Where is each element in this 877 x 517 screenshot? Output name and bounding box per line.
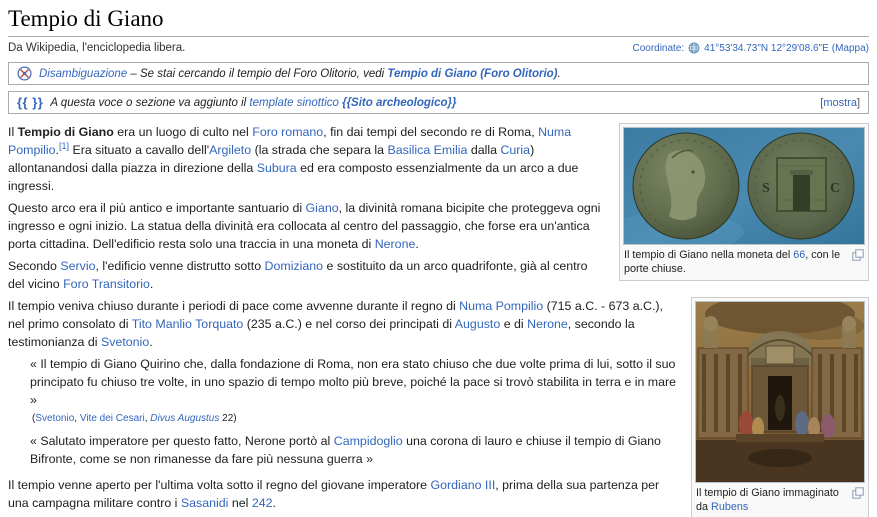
text-run: « Salutato imperatore per questo fatto, … bbox=[30, 434, 334, 448]
text-run: e di bbox=[500, 317, 528, 331]
wiki-link[interactable]: Divus Augustus bbox=[150, 413, 219, 424]
disambiguation-text: Disambiguazione – Se stai cercando il te… bbox=[39, 68, 561, 80]
wiki-link[interactable]: {{Sito archeologico}} bbox=[342, 97, 456, 109]
wiki-link[interactable]: Subura bbox=[257, 161, 297, 175]
wiki-link[interactable]: 242 bbox=[252, 496, 273, 510]
wiki-link[interactable]: Foro Transitorio bbox=[63, 277, 150, 291]
map-link[interactable]: (Mappa) bbox=[832, 43, 869, 54]
text-run: « Il tempio di Giano Quirino che, dalla … bbox=[30, 357, 677, 407]
wiki-link[interactable]: Sasanidi bbox=[181, 496, 229, 510]
text-run: 22) bbox=[219, 413, 237, 424]
wiki-link[interactable]: template sinottico bbox=[249, 97, 339, 109]
text-run: dalla bbox=[467, 143, 501, 157]
wiki-link[interactable]: Augusto bbox=[455, 317, 500, 331]
wiki-link[interactable]: Servio bbox=[60, 259, 95, 273]
template-braces-icon: {{ }} bbox=[17, 95, 44, 110]
text-run: A questa voce o sezione va aggiunto il bbox=[50, 96, 250, 109]
wiki-link[interactable]: 66 bbox=[793, 249, 805, 261]
sinottico-banner: {{ }} A questa voce o sezione va aggiunt… bbox=[8, 91, 869, 114]
wiki-link[interactable]: Argileto bbox=[209, 143, 251, 157]
text-run: (235 a.C.) e nel corso dei principati di bbox=[243, 317, 455, 331]
magnify-icon[interactable] bbox=[852, 487, 864, 504]
wiki-link[interactable]: mostra bbox=[823, 97, 857, 109]
site-tagline: Da Wikipedia, l'enciclopedia libera. bbox=[8, 42, 186, 54]
text-run: Tempio di Giano bbox=[17, 125, 114, 139]
wiki-link[interactable]: Svetonio bbox=[35, 413, 74, 424]
wiki-link[interactable]: Foro romano bbox=[252, 125, 323, 139]
text-run: Il tempio veniva chiuso durante i period… bbox=[8, 299, 460, 313]
text-run: . bbox=[149, 335, 153, 349]
wiki-link[interactable]: Nerone bbox=[375, 237, 416, 251]
wiki-link[interactable]: Vite dei Cesari bbox=[80, 413, 145, 424]
text-run: , l'edificio venne distrutto sotto bbox=[95, 259, 265, 273]
wiki-link[interactable]: Basilica Emilia bbox=[388, 143, 468, 157]
text-run: Il tempio venne aperto per l'ultima volt… bbox=[8, 478, 431, 492]
coin-image[interactable]: S C bbox=[604, 127, 865, 252]
text-run: . bbox=[149, 277, 154, 291]
disambiguation-banner: Disambiguazione – Se stai cercando il te… bbox=[8, 62, 869, 85]
globe-icon bbox=[688, 42, 700, 54]
article-body: S C Il tempio di Giano nella moneta del … bbox=[8, 123, 869, 517]
wiki-link[interactable]: Nerone bbox=[527, 317, 568, 331]
text-run: . bbox=[415, 237, 419, 251]
wiki-link[interactable]: Tito Manlio Torquato bbox=[132, 317, 244, 331]
wiki-link[interactable]: Curia bbox=[500, 143, 530, 157]
text-run: ] bbox=[856, 96, 860, 109]
wiki-link[interactable]: Disambiguazione bbox=[39, 68, 127, 80]
coordinates-label: Coordinate: bbox=[632, 42, 685, 54]
page-title: Tempio di Giano bbox=[8, 5, 869, 37]
text-run: – Se stai cercando il tempio del Foro Ol… bbox=[127, 67, 388, 80]
text-run: Il tempio di Giano nella moneta del bbox=[624, 249, 794, 261]
coin-caption-text: Il tempio di Giano nella moneta del 66, … bbox=[624, 249, 840, 275]
mostra-toggle[interactable]: [mostra] bbox=[820, 97, 860, 109]
meta-row: Da Wikipedia, l'enciclopedia libera. Coo… bbox=[8, 42, 869, 54]
text-run: nel bbox=[228, 496, 252, 510]
magnify-icon[interactable] bbox=[852, 249, 864, 266]
text-run: Il bbox=[8, 125, 18, 139]
coin-figure: S C Il tempio di Giano nella moneta del … bbox=[604, 123, 869, 281]
text-run: Secondo bbox=[8, 259, 61, 273]
text-run: (la strada che separa la bbox=[251, 143, 388, 157]
svg-text:C: C bbox=[830, 181, 840, 196]
article-page: Tempio di Giano Da Wikipedia, l'enciclop… bbox=[0, 0, 877, 517]
text-run: Questo arco era il più antico e importan… bbox=[8, 201, 306, 215]
wiki-link[interactable]: Numa Pompilio bbox=[459, 299, 543, 313]
svg-text:S: S bbox=[762, 181, 770, 196]
coin-caption: Il tempio di Giano nella moneta del 66, … bbox=[623, 245, 865, 277]
text-run: . bbox=[557, 67, 561, 80]
text-run: era un luogo di culto nel bbox=[113, 125, 253, 139]
rubens-figure: Il tempio di Giano immaginato da Rubens bbox=[691, 294, 869, 517]
text-run: , fin dai tempi del secondo re di Roma, bbox=[323, 125, 539, 139]
wiki-link[interactable]: Domiziano bbox=[265, 259, 324, 273]
text-run: Era situato a cavallo dell' bbox=[69, 143, 210, 157]
wiki-link[interactable]: Tempio di Giano (Foro Olitorio) bbox=[387, 68, 557, 80]
coordinates-link[interactable]: 41°53'34.73"N 12°29'08.6"E bbox=[704, 43, 829, 54]
wiki-link[interactable]: Giano bbox=[306, 201, 339, 215]
wiki-link[interactable]: Gordiano III bbox=[431, 478, 496, 492]
rubens-image[interactable] bbox=[695, 294, 865, 483]
wiki-link[interactable]: [1] bbox=[59, 141, 69, 151]
rubens-caption: Il tempio di Giano immaginato da Rubens bbox=[695, 483, 865, 515]
disambiguation-icon bbox=[17, 66, 32, 81]
coordinates-bar: Coordinate: 41°53'34.73"N 12°29'08.6"E (… bbox=[632, 42, 869, 54]
wiki-link[interactable]: Campidoglio bbox=[334, 434, 403, 448]
sinottico-text: A questa voce o sezione va aggiunto il t… bbox=[50, 97, 456, 109]
text-run: . bbox=[272, 496, 276, 510]
rubens-caption-text: Il tempio di Giano immaginato da Rubens bbox=[696, 487, 839, 513]
wiki-link[interactable]: Rubens bbox=[711, 501, 748, 513]
wiki-link[interactable]: Svetonio bbox=[101, 335, 149, 349]
